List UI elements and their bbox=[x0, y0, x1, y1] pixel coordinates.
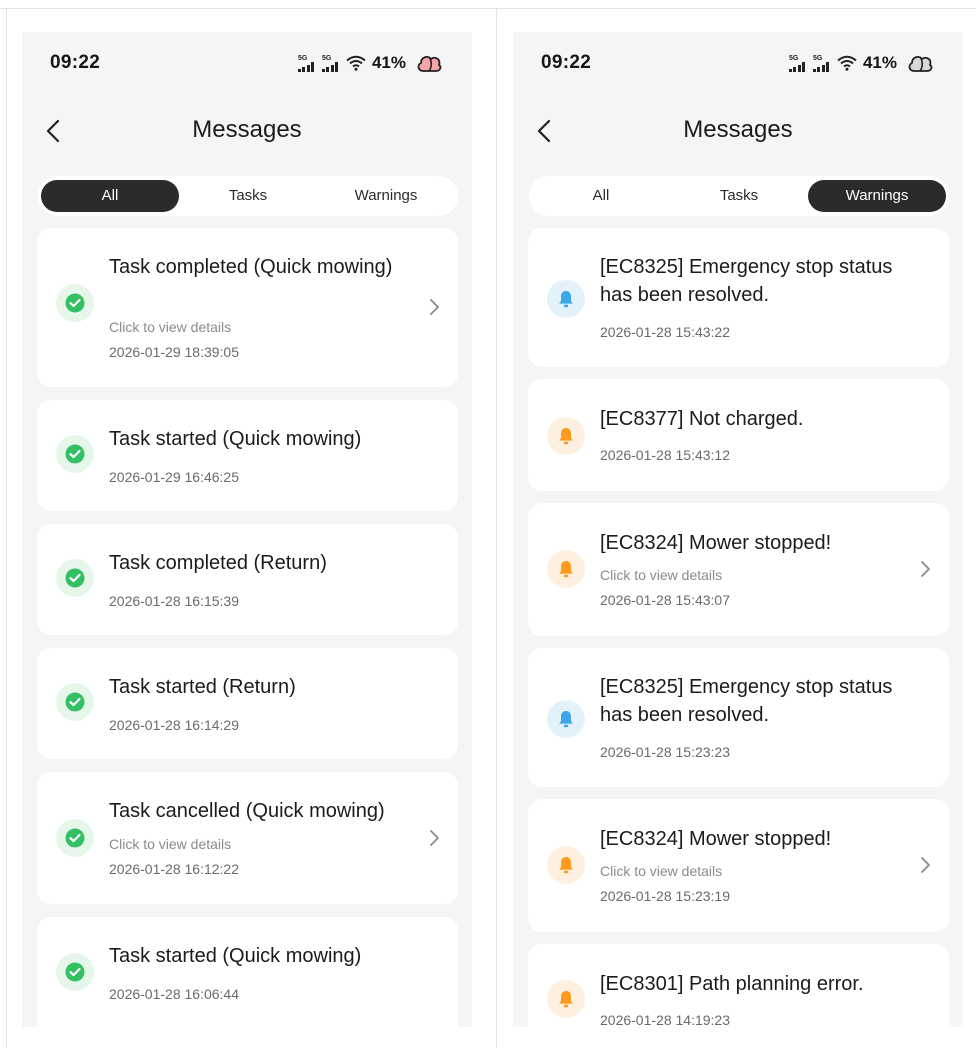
message-title: Task started (Quick mowing) bbox=[109, 945, 362, 967]
message-title: [EC8377] Not charged. bbox=[600, 408, 804, 430]
message-time: 2026-01-28 15:43:22 bbox=[600, 324, 730, 340]
phone-screen-warnings: 09:22 5G 5G 41% Messages All Tasks Warni… bbox=[513, 32, 963, 1027]
bell-icon bbox=[547, 417, 585, 455]
chevron-right-icon bbox=[921, 561, 930, 577]
status-icons: 5G 5G 41% bbox=[788, 52, 933, 74]
wifi-icon bbox=[837, 55, 857, 71]
message-title: [EC8324] Mower stopped! bbox=[600, 828, 832, 850]
bell-icon bbox=[547, 980, 585, 1018]
check-circle-icon bbox=[56, 559, 94, 597]
battery-level: 41% bbox=[862, 53, 897, 72]
chevron-right-icon bbox=[921, 857, 930, 873]
message-card[interactable]: [EC8324] Mower stopped! Click to view de… bbox=[528, 799, 949, 932]
signal-icon: 5G bbox=[297, 55, 318, 72]
message-time: 2026-01-28 15:43:12 bbox=[600, 447, 730, 463]
battery-level: 41% bbox=[371, 53, 406, 72]
signal-icon: 5G bbox=[788, 55, 809, 72]
message-time: 2026-01-28 16:06:44 bbox=[109, 986, 239, 1002]
bell-icon bbox=[547, 280, 585, 318]
page-title: Messages bbox=[683, 116, 793, 143]
signal-icon: 5G bbox=[321, 55, 342, 72]
message-title: [EC8324] Mower stopped! bbox=[600, 532, 832, 554]
tab-tasks[interactable]: Tasks bbox=[179, 180, 317, 212]
chevron-right-icon bbox=[430, 299, 439, 315]
phone-screen-all: 09:22 5G 5G 41% Messages All Tasks Warni… bbox=[22, 32, 472, 1027]
chevron-right-icon bbox=[430, 830, 439, 846]
tab-warnings[interactable]: Warnings bbox=[808, 180, 946, 212]
header: Messages bbox=[22, 110, 472, 156]
message-title: Task completed (Return) bbox=[109, 552, 327, 574]
tab-tasks[interactable]: Tasks bbox=[670, 180, 808, 212]
message-time: 2026-01-28 15:43:07 bbox=[600, 592, 730, 608]
check-circle-icon bbox=[56, 284, 94, 322]
signal-icon: 5G bbox=[812, 55, 833, 72]
tab-bar: All Tasks Warnings bbox=[38, 176, 458, 216]
message-card[interactable]: [EC8325] Emergency stop status has been … bbox=[528, 228, 949, 367]
header: Messages bbox=[513, 110, 963, 156]
status-bar: 09:22 5G 5G 41% bbox=[22, 32, 472, 92]
message-time: 2026-01-29 18:39:05 bbox=[109, 344, 239, 360]
message-title: [EC8301] Path planning error. bbox=[600, 973, 864, 995]
message-card[interactable]: [EC8324] Mower stopped! Click to view de… bbox=[528, 503, 949, 636]
message-subtitle: Click to view details bbox=[109, 836, 232, 852]
wifi-icon bbox=[346, 55, 366, 71]
status-time: 09:22 bbox=[541, 52, 592, 73]
message-time: 2026-01-28 16:14:29 bbox=[109, 717, 239, 733]
status-bar: 09:22 5G 5G 41% bbox=[513, 32, 963, 92]
message-subtitle: Click to view details bbox=[109, 319, 232, 335]
message-title: [EC8325] Emergency stop status has been … bbox=[600, 256, 893, 306]
message-card[interactable]: Task started (Quick mowing) 2026-01-29 1… bbox=[37, 400, 458, 511]
message-subtitle: Click to view details bbox=[600, 863, 723, 879]
message-title: Task started (Return) bbox=[109, 676, 296, 698]
check-circle-icon bbox=[56, 953, 94, 991]
message-time: 2026-01-29 16:46:25 bbox=[109, 469, 239, 485]
message-time: 2026-01-28 15:23:19 bbox=[600, 888, 730, 904]
message-title: Task completed (Quick mowing) bbox=[109, 256, 393, 278]
tab-warnings[interactable]: Warnings bbox=[317, 180, 455, 212]
message-time: 2026-01-28 14:19:23 bbox=[600, 1012, 730, 1027]
message-card[interactable]: Task completed (Quick mowing) Click to v… bbox=[37, 228, 458, 387]
message-time: 2026-01-28 16:15:39 bbox=[109, 593, 239, 609]
message-card[interactable]: [EC8325] Emergency stop status has been … bbox=[528, 648, 949, 787]
message-time: 2026-01-28 16:12:22 bbox=[109, 861, 239, 877]
check-circle-icon bbox=[56, 683, 94, 721]
status-time: 09:22 bbox=[50, 52, 101, 73]
check-circle-icon bbox=[56, 819, 94, 857]
bell-icon bbox=[547, 846, 585, 884]
message-card[interactable]: [EC8377] Not charged. 2026-01-28 15:43:1… bbox=[528, 379, 949, 491]
status-icons: 5G 5G 41% bbox=[297, 52, 442, 74]
tab-all[interactable]: All bbox=[532, 180, 670, 212]
check-circle-icon bbox=[56, 435, 94, 473]
message-card[interactable]: Task cancelled (Quick mowing) Click to v… bbox=[37, 772, 458, 904]
message-card[interactable]: [EC8301] Path planning error. 2026-01-28… bbox=[528, 944, 949, 1027]
bell-icon bbox=[547, 700, 585, 738]
page-title: Messages bbox=[192, 116, 302, 143]
cloud-icon bbox=[908, 56, 933, 72]
message-time: 2026-01-28 15:23:23 bbox=[600, 744, 730, 760]
message-card[interactable]: Task completed (Return) 2026-01-28 16:15… bbox=[37, 524, 458, 635]
message-title: [EC8325] Emergency stop status has been … bbox=[600, 676, 893, 726]
message-card[interactable]: Task started (Quick mowing) 2026-01-28 1… bbox=[37, 917, 458, 1027]
tab-all[interactable]: All bbox=[41, 180, 179, 212]
message-title: Task started (Quick mowing) bbox=[109, 428, 362, 450]
message-subtitle: Click to view details bbox=[600, 567, 723, 583]
message-card[interactable]: Task started (Return) 2026-01-28 16:14:2… bbox=[37, 648, 458, 759]
message-title: Task cancelled (Quick mowing) bbox=[109, 800, 385, 822]
cloud-icon bbox=[417, 56, 442, 72]
tab-bar: All Tasks Warnings bbox=[529, 176, 949, 216]
bell-icon bbox=[547, 550, 585, 588]
